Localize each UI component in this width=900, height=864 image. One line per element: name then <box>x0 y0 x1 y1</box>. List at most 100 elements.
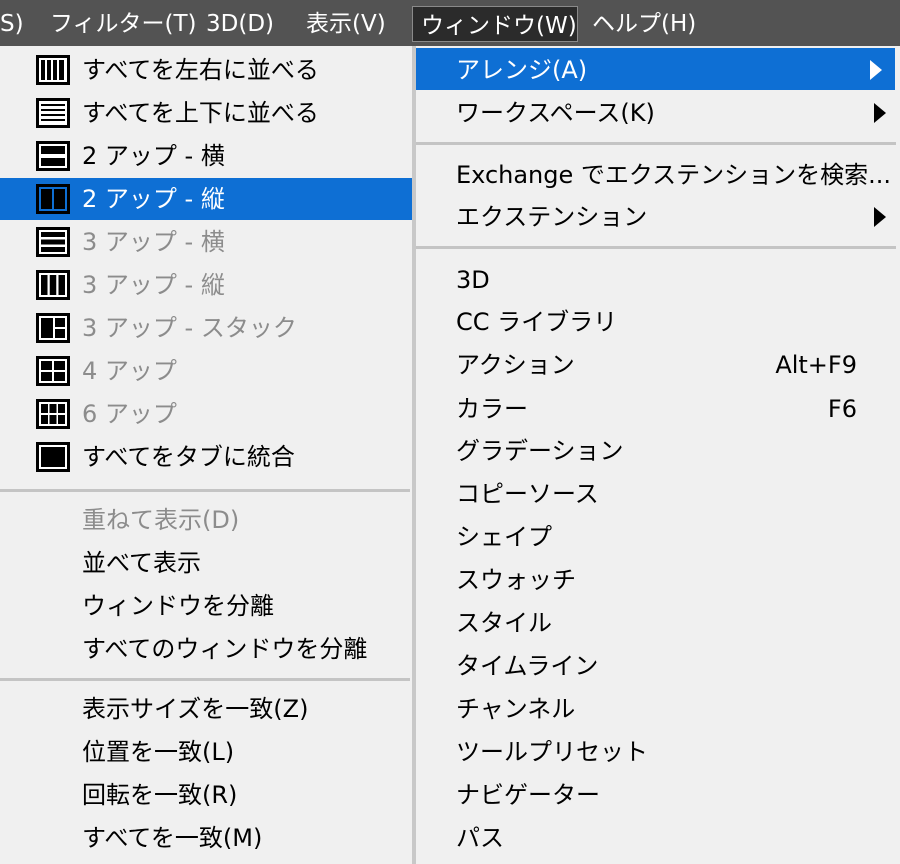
menu-item-match-rotation[interactable]: 回転を一致(R) <box>0 774 412 816</box>
menu-item-label: すべてのウィンドウを分離 <box>82 635 368 663</box>
menu-3d[interactable]: 3D(D) <box>206 0 274 46</box>
three-up-stacked-icon <box>36 313 70 343</box>
menu-filter[interactable]: フィルター(T) <box>50 0 197 46</box>
menu-item-four-up: 4 アップ <box>0 350 412 392</box>
window-menu: アレンジ(A) ワークスペース(K) Exchange でエクステンションを検索… <box>416 46 900 864</box>
menu-item-channels[interactable]: チャンネル <box>416 687 900 729</box>
consolidate-tabs-icon <box>36 442 70 472</box>
menu-item-styles[interactable]: スタイル <box>416 601 900 643</box>
menu-item-six-up: 6 アップ <box>0 393 412 435</box>
menu-item-label: チャンネル <box>456 695 576 723</box>
menu-item-paths[interactable]: パス <box>416 816 900 858</box>
menu-item-label: 並べて表示 <box>82 549 202 577</box>
menu-item-swatches[interactable]: スウォッチ <box>416 558 900 600</box>
menu-item-clone-source[interactable]: コピーソース <box>416 472 900 514</box>
menu-item-match-all[interactable]: すべてを一致(M) <box>0 817 412 859</box>
menu-item-gradients[interactable]: グラデーション <box>416 429 900 471</box>
menu-help[interactable]: ヘルプ(H) <box>592 0 696 46</box>
two-up-vertical-icon <box>36 184 70 214</box>
menu-item-float-window[interactable]: ウィンドウを分離 <box>0 585 412 627</box>
menu-separator <box>416 142 896 145</box>
menu-item-label: 6 アップ <box>82 400 177 428</box>
menu-item-label: アレンジ(A) <box>456 56 588 84</box>
menu-item-label: 位置を一致(L) <box>82 738 235 766</box>
submenu-arrow-icon <box>874 103 886 123</box>
menu-item-label: アクション <box>456 351 575 379</box>
menu-item-cascade: 重ねて表示(D) <box>0 499 412 541</box>
menu-item-tool-presets[interactable]: ツールプリセット <box>416 730 900 772</box>
menu-item-cc-libraries[interactable]: CC ライブラリ <box>416 300 900 342</box>
menu-item-workspace[interactable]: ワークスペース(K) <box>416 91 900 133</box>
menu-item-label: すべてをタブに統合 <box>82 443 295 471</box>
shortcut-label: F6 <box>827 395 857 423</box>
menu-item-timeline[interactable]: タイムライン <box>416 644 900 686</box>
submenu-arrow-icon <box>870 60 882 80</box>
menu-item-label: カラー <box>456 395 528 423</box>
submenu-arrow-icon <box>874 207 886 227</box>
menu-window[interactable]: ウィンドウ(W) <box>412 6 578 42</box>
menu-item-match-zoom[interactable]: 表示サイズを一致(Z) <box>0 688 412 730</box>
menu-item-label: 4 アップ <box>82 357 177 385</box>
menu-item-label: グラデーション <box>456 437 624 465</box>
menu-separator <box>416 246 896 249</box>
menu-item-label: エクステンション <box>456 203 648 231</box>
menu-item-label: CC ライブラリ <box>456 308 618 336</box>
four-up-icon <box>36 356 70 386</box>
menu-item-two-up-horizontal[interactable]: 2 アップ - 横 <box>0 135 412 177</box>
menu-item-label: スウォッチ <box>456 566 576 594</box>
menu-item-label: タイムライン <box>456 652 599 680</box>
menu-item-label: すべてを一致(M) <box>82 824 263 852</box>
menu-item-3d[interactable]: 3D <box>416 258 900 300</box>
menu-item-color[interactable]: カラー F6 <box>416 387 900 429</box>
shortcut-label: Alt+F9 <box>775 351 857 379</box>
menu-item-actions[interactable]: アクション Alt+F9 <box>416 343 900 385</box>
menu-item-float-all-windows[interactable]: すべてのウィンドウを分離 <box>0 628 412 670</box>
menu-item-label: 3 アップ - 横 <box>82 228 225 256</box>
tile-all-vertical-icon <box>36 55 70 85</box>
menu-item-tile[interactable]: 並べて表示 <box>0 542 412 584</box>
menu-view[interactable]: 表示(V) <box>306 0 386 46</box>
menu-item-label: 回転を一致(R) <box>82 781 238 809</box>
menu-item-label: Exchange でエクステンションを検索... <box>456 161 892 189</box>
menu-separator <box>0 678 410 681</box>
menu-item-label: 重ねて表示(D) <box>82 506 240 534</box>
menu-item-arrange[interactable]: アレンジ(A) <box>416 48 895 90</box>
arrange-submenu: すべてを左右に並べる すべてを上下に並べる 2 アップ - 横 2 アップ - … <box>0 46 412 864</box>
menu-item-label: 2 アップ - 横 <box>82 142 225 170</box>
three-up-vertical-icon <box>36 270 70 300</box>
menu-item-label: すべてを左右に並べる <box>82 56 319 84</box>
menu-item-label: ナビゲーター <box>456 781 600 809</box>
menu-item-shapes[interactable]: シェイプ <box>416 515 900 557</box>
menu-item-tile-all-vertically[interactable]: すべてを左右に並べる <box>0 49 412 91</box>
menu-item-exchange-search[interactable]: Exchange でエクステンションを検索... <box>416 153 900 195</box>
menu-item-match-location[interactable]: 位置を一致(L) <box>0 731 412 773</box>
menu-item-navigator[interactable]: ナビゲーター <box>416 773 900 815</box>
menu-item-three-up-vertical: 3 アップ - 縦 <box>0 264 412 306</box>
menu-item-label: 3D <box>456 266 490 294</box>
menu-item-tile-all-horizontally[interactable]: すべてを上下に並べる <box>0 92 412 134</box>
menu-select[interactable]: S) <box>0 0 24 46</box>
menu-item-consolidate-to-tabs[interactable]: すべてをタブに統合 <box>0 436 412 478</box>
two-up-horizontal-icon <box>36 141 70 171</box>
three-up-horizontal-icon <box>36 227 70 257</box>
menu-item-extensions[interactable]: エクステンション <box>416 195 900 237</box>
menu-item-two-up-vertical[interactable]: 2 アップ - 縦 <box>0 178 412 220</box>
menu-item-three-up-stacked: 3 アップ - スタック <box>0 307 412 349</box>
menu-item-label: ウィンドウを分離 <box>82 592 274 620</box>
menu-item-label: パス <box>456 824 504 852</box>
menubar: S) フィルター(T) 3D(D) 表示(V) ウィンドウ(W) ヘルプ(H) <box>0 0 900 46</box>
menu-item-label: スタイル <box>456 609 552 637</box>
menu-item-label: コピーソース <box>456 480 599 508</box>
menu-item-label: 2 アップ - 縦 <box>82 185 225 213</box>
menu-separator <box>0 489 410 492</box>
menu-item-label: シェイプ <box>456 523 552 551</box>
menu-item-label: ツールプリセット <box>456 738 648 766</box>
tile-all-horizontal-icon <box>36 98 70 128</box>
menu-item-label: 表示サイズを一致(Z) <box>82 695 309 723</box>
menu-item-label: 3 アップ - スタック <box>82 314 297 342</box>
menu-item-label: ワークスペース(K) <box>456 99 655 127</box>
menu-item-label: 3 アップ - 縦 <box>82 271 225 299</box>
menu-item-label: すべてを上下に並べる <box>82 99 319 127</box>
menu-item-three-up-horizontal: 3 アップ - 横 <box>0 221 412 263</box>
six-up-icon <box>36 399 70 429</box>
